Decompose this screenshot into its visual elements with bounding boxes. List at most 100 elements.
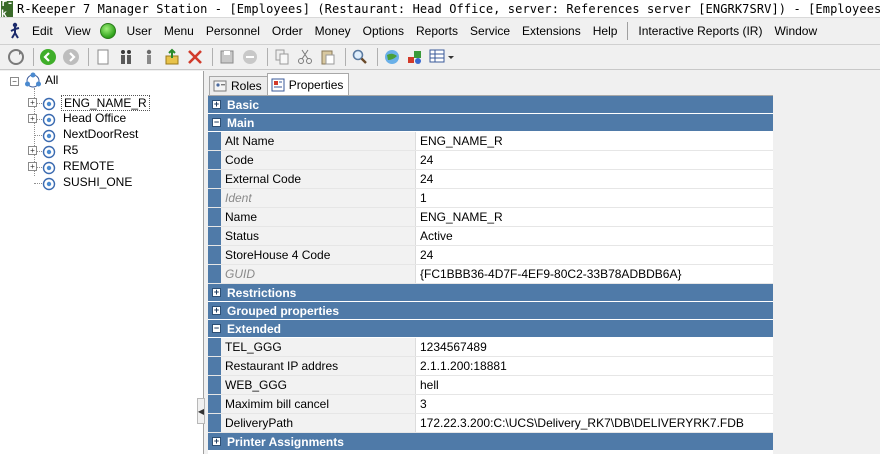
title-bar: r-k R-Keeper 7 Manager Station - [Employ… (0, 0, 880, 20)
property-row[interactable]: WEB_GGG hell (208, 376, 773, 395)
category-header[interactable]: + Grouped properties (208, 302, 773, 320)
tree-item-label[interactable]: SUSHI_ONE (61, 175, 134, 189)
menu-item[interactable]: Help (587, 20, 624, 42)
property-value[interactable]: Active (416, 227, 773, 245)
expand-icon[interactable]: + (212, 306, 221, 315)
tree-expand-toggle[interactable]: + (28, 146, 37, 155)
property-row[interactable]: GUID {FC1BBB36-4D7F-4EF9-80C2-33B78ADBDB6… (208, 265, 773, 284)
property-name: TEL_GGG (221, 338, 416, 356)
menu-item[interactable]: View (59, 20, 97, 42)
row-gutter (208, 132, 221, 150)
tree-expand-toggle[interactable]: + (28, 98, 37, 107)
property-row[interactable]: Status Active (208, 227, 773, 246)
category-header[interactable]: − Extended (208, 320, 773, 338)
menu-item[interactable]: Menu (158, 20, 200, 42)
menu-item[interactable]: Service (464, 20, 516, 42)
menu-item[interactable]: User (120, 20, 157, 42)
refresh-icon[interactable] (6, 47, 26, 67)
category-header[interactable]: + Basic (208, 96, 773, 114)
menu-item-label: Help (592, 24, 618, 38)
toolbar-separator (345, 48, 346, 66)
category-header[interactable]: + Printer Assignments (208, 433, 773, 451)
property-row[interactable]: Restaurant IP addres 2.1.1.200:18881 (208, 357, 773, 376)
expand-icon[interactable]: + (212, 437, 221, 446)
menu-item-label: Interactive Reports (IR) (638, 24, 763, 38)
tree-item-label[interactable]: REMOTE (61, 159, 116, 173)
cancel-icon[interactable] (240, 47, 260, 67)
property-value[interactable]: 3 (416, 395, 773, 413)
property-value[interactable]: 24 (416, 170, 773, 188)
tree-item-label[interactable]: ENG_NAME_R (61, 95, 150, 111)
search-icon[interactable] (350, 47, 370, 67)
save-icon[interactable] (217, 47, 237, 67)
employees-icon[interactable] (116, 47, 136, 67)
person-icon[interactable] (139, 47, 159, 67)
property-row[interactable]: DeliveryPath 172.22.3.200:C:\UCS\Delivery… (208, 414, 773, 433)
tab-properties-label: Properties (288, 77, 344, 92)
expand-icon[interactable]: + (212, 100, 221, 109)
property-value[interactable]: ENG_NAME_R (416, 132, 773, 150)
status-green-icon[interactable] (100, 23, 117, 39)
paste-icon[interactable] (318, 47, 338, 67)
property-value[interactable]: ENG_NAME_R (416, 208, 773, 226)
property-value[interactable]: 24 (416, 151, 773, 169)
back-icon[interactable] (38, 47, 58, 67)
restaurant-node-icon (42, 113, 56, 127)
forward-icon[interactable] (61, 47, 81, 67)
expand-icon[interactable]: + (212, 288, 221, 297)
property-row[interactable]: TEL_GGG 1234567489 (208, 338, 773, 357)
property-value[interactable]: hell (416, 376, 773, 394)
property-row[interactable]: External Code 24 (208, 170, 773, 189)
cut-icon[interactable] (295, 47, 315, 67)
tree-item-label[interactable]: Head Office (61, 111, 128, 125)
tree-expand-toggle[interactable]: + (28, 114, 37, 123)
menu-item-label: Extensions (522, 24, 581, 38)
property-row[interactable]: Ident 1 (208, 189, 773, 208)
new-document-icon[interactable] (93, 47, 113, 67)
menu-item-label: Order (271, 24, 303, 38)
restaurant-node-icon (42, 97, 56, 111)
property-row[interactable]: Alt Name ENG_NAME_R (208, 132, 773, 151)
collapse-icon[interactable]: − (212, 324, 221, 333)
tab-properties[interactable]: Properties (266, 73, 350, 95)
menu-item[interactable]: Options (357, 20, 410, 42)
property-value[interactable]: 2.1.1.200:18881 (416, 357, 773, 375)
menu-item-label: User (126, 24, 152, 38)
tree-expand-toggle[interactable]: + (28, 162, 37, 171)
property-value[interactable]: 172.22.3.200:C:\UCS\Delivery_RK7\DB\DELI… (416, 414, 773, 432)
row-gutter (208, 170, 221, 188)
menu-item[interactable]: Reports (410, 20, 464, 42)
menu-item[interactable]: Personnel (200, 20, 266, 42)
tree-root-label[interactable]: All (43, 73, 60, 87)
tree-item-label[interactable]: NextDoorRest (61, 127, 140, 141)
property-row[interactable]: Code 24 (208, 151, 773, 170)
properties-panel: Roles Properties + Basic − Main Alt Name ENG_… (205, 71, 880, 454)
menu-item[interactable]: Order (266, 20, 309, 42)
property-row[interactable]: StoreHouse 4 Code 24 (208, 246, 773, 265)
property-value[interactable]: 1234567489 (416, 338, 773, 356)
menu-item[interactable]: Edit (26, 20, 59, 42)
menu-item[interactable]: Extensions (516, 20, 587, 42)
category-header[interactable]: − Main (208, 114, 773, 132)
shapes-icon[interactable] (405, 47, 425, 67)
menu-item[interactable]: Money (309, 20, 357, 42)
copy-icon[interactable] (272, 47, 292, 67)
tab-roles[interactable]: Roles (209, 76, 268, 95)
menu-item-label: Options (362, 24, 404, 38)
menu-item[interactable]: Window (768, 20, 823, 42)
menu-item[interactable]: Interactive Reports (IR) (632, 20, 768, 42)
globe-icon[interactable] (382, 47, 402, 67)
tree-collapse-toggle[interactable]: − (10, 77, 19, 86)
runner-icon[interactable] (8, 22, 22, 40)
property-row[interactable]: Name ENG_NAME_R (208, 208, 773, 227)
export-icon[interactable] (162, 47, 182, 67)
property-value[interactable]: 24 (416, 246, 773, 264)
property-row[interactable]: Maximim bill cancel 3 (208, 395, 773, 414)
delete-icon[interactable] (185, 47, 205, 67)
category-header[interactable]: + Restrictions (208, 284, 773, 302)
property-value: 1 (416, 189, 773, 207)
grid-view-icon[interactable] (428, 47, 456, 67)
collapse-icon[interactable]: − (212, 118, 221, 127)
tree-item-label[interactable]: R5 (61, 143, 80, 157)
panel-collapse-button[interactable]: ◀ (197, 398, 205, 424)
